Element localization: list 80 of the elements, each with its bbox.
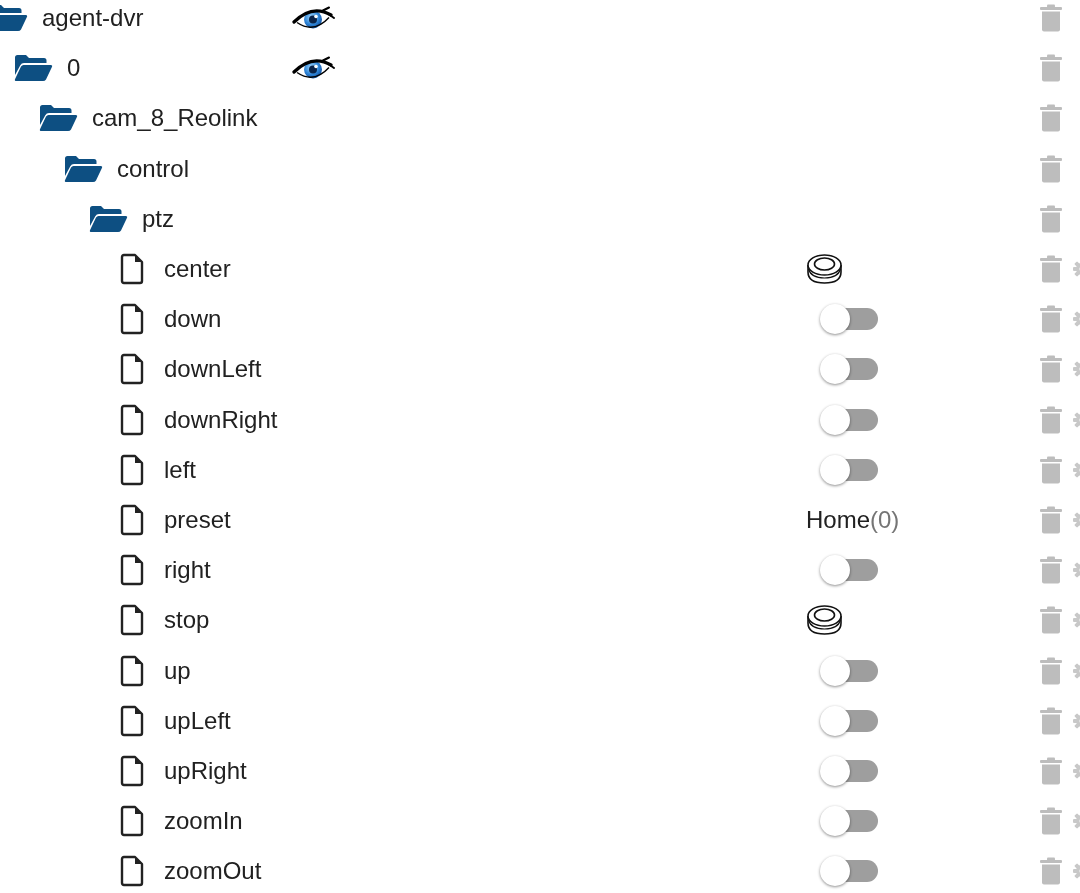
trash-icon[interactable] [1040, 204, 1062, 233]
gear-icon[interactable] [1073, 761, 1080, 780]
folder-name[interactable]: 0 [67, 54, 81, 83]
folder-icon[interactable] [0, 4, 28, 33]
trash-icon[interactable] [1040, 455, 1062, 484]
gear-icon[interactable] [1073, 611, 1080, 630]
file-icon [120, 403, 144, 436]
file-icon [120, 253, 144, 286]
trash-icon[interactable] [1040, 54, 1062, 83]
file-icon [120, 654, 144, 687]
folder-icon[interactable] [64, 154, 103, 183]
trash-icon[interactable] [1040, 505, 1062, 534]
trash-icon[interactable] [1040, 154, 1062, 183]
file-icon [120, 604, 144, 637]
file-icon [120, 503, 144, 536]
toggle-switch[interactable] [820, 805, 878, 838]
file-name[interactable]: downRight [164, 405, 278, 434]
trash-icon[interactable] [1040, 104, 1062, 133]
trash-icon[interactable] [1040, 556, 1062, 585]
gear-icon[interactable] [1073, 561, 1080, 580]
file-name[interactable]: preset [164, 505, 231, 534]
gear-icon[interactable] [1073, 711, 1080, 730]
file-name[interactable]: up [164, 656, 191, 685]
trash-icon[interactable] [1040, 355, 1062, 384]
gear-icon[interactable] [1073, 360, 1080, 379]
trash-icon[interactable] [1040, 857, 1062, 886]
file-name[interactable]: right [164, 556, 211, 585]
trash-icon[interactable] [1040, 756, 1062, 785]
folder-icon[interactable] [89, 204, 128, 233]
gear-icon[interactable] [1073, 260, 1080, 279]
folder-name[interactable]: cam_8_Reolink [92, 104, 258, 133]
trash-icon[interactable] [1040, 807, 1062, 836]
preset-value: Home(0) [806, 505, 900, 534]
trash-icon[interactable] [1040, 656, 1062, 685]
file-name[interactable]: stop [164, 606, 210, 635]
toggle-switch[interactable] [820, 453, 878, 486]
toggle-switch[interactable] [820, 754, 878, 787]
file-icon [120, 453, 144, 486]
toggle-switch[interactable] [820, 303, 878, 336]
gear-icon[interactable] [1073, 862, 1080, 881]
button-icon[interactable] [806, 253, 843, 286]
file-name[interactable]: zoomOut [164, 857, 262, 886]
file-name[interactable]: downLeft [164, 355, 262, 384]
file-name[interactable]: upRight [164, 756, 247, 785]
file-icon [120, 805, 144, 838]
file-icon [120, 855, 144, 888]
gear-icon[interactable] [1073, 310, 1080, 329]
file-name[interactable]: zoomIn [164, 807, 243, 836]
folder-icon[interactable] [39, 104, 78, 133]
toggle-switch[interactable] [820, 353, 878, 386]
gear-icon[interactable] [1073, 510, 1080, 529]
gear-icon[interactable] [1073, 661, 1080, 680]
file-name[interactable]: down [164, 305, 222, 334]
trash-icon[interactable] [1040, 706, 1062, 735]
file-name[interactable]: center [164, 255, 231, 284]
gear-icon[interactable] [1073, 812, 1080, 831]
trash-icon[interactable] [1040, 255, 1062, 284]
trash-icon[interactable] [1040, 305, 1062, 334]
file-icon [120, 754, 144, 787]
folder-name[interactable]: agent-dvr [42, 4, 144, 33]
gear-icon[interactable] [1073, 460, 1080, 479]
gear-icon[interactable] [1073, 410, 1080, 429]
folder-name[interactable]: control [117, 154, 190, 183]
trash-icon[interactable] [1040, 606, 1062, 635]
file-name[interactable]: upLeft [164, 706, 231, 735]
file-icon [120, 704, 144, 737]
trash-icon[interactable] [1040, 405, 1062, 434]
trash-icon[interactable] [1040, 4, 1062, 33]
folder-name[interactable]: ptz [142, 204, 174, 233]
folder-icon[interactable] [14, 54, 53, 83]
button-icon[interactable] [806, 604, 843, 637]
file-icon [120, 554, 144, 587]
file-name[interactable]: left [164, 455, 196, 484]
toggle-switch[interactable] [820, 554, 878, 587]
toggle-switch[interactable] [820, 855, 878, 888]
file-icon [120, 353, 144, 386]
file-icon [120, 303, 144, 336]
toggle-switch[interactable] [820, 403, 878, 436]
toggle-switch[interactable] [820, 704, 878, 737]
toggle-switch[interactable] [820, 654, 878, 687]
